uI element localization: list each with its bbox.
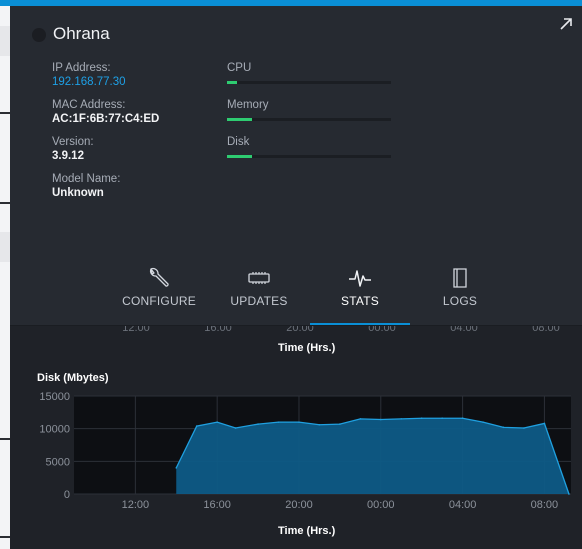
cpu-label: CPU	[227, 62, 252, 74]
disk-data-point	[277, 421, 280, 423]
mac-address-field: MAC Address: AC:1F:6B:77:C4:ED	[52, 98, 159, 126]
y-tick-label: 10000	[39, 424, 70, 436]
ip-address-label: IP Address:	[52, 62, 111, 74]
disk-data-point	[216, 421, 218, 423]
disk-area-fill	[176, 418, 569, 494]
disk-data-point	[420, 417, 423, 420]
version-label: Version:	[52, 136, 94, 148]
disk-chart: 0 5000 10000 15000 12:00 16:00 20:00 00:00 04:00…	[39, 391, 571, 511]
memory-track	[227, 118, 391, 121]
disk-label: Disk	[227, 136, 250, 148]
y-tick-label: 5000	[46, 456, 70, 468]
disk-data-point	[339, 423, 341, 425]
disk-data-point	[568, 493, 570, 495]
x-tick-label: 12:00	[122, 499, 150, 511]
status-dot	[32, 28, 46, 42]
memory-fill	[227, 118, 252, 121]
disk-data-point	[400, 418, 403, 420]
app-root: Ohrana IP Address: 192.168.77.30 MAC Add…	[0, 0, 582, 549]
chip-icon	[248, 272, 270, 284]
mac-address-value: AC:1F:6B:77:C4:ED	[52, 113, 160, 125]
cpu-meter: CPU	[227, 61, 391, 84]
ip-address-field: IP Address: 192.168.77.30	[52, 61, 126, 89]
list-divider	[0, 112, 10, 114]
x-tick-label: 04:00	[449, 499, 477, 511]
pulse-icon	[349, 270, 371, 287]
x-tick-label: 00:00	[367, 499, 395, 511]
device-detail-panel: Ohrana IP Address: 192.168.77.30 MAC Add…	[10, 6, 582, 549]
disk-chart-x-label: Time (Hrs.)	[278, 525, 336, 537]
list-divider	[0, 202, 10, 204]
y-tick-label: 15000	[39, 391, 70, 403]
tab-bar: CONFIGURE UPDATES STATS LOGS	[10, 258, 582, 326]
tab-configure[interactable]: CONFIGURE	[109, 258, 209, 326]
x-tick-label: 20:00	[285, 499, 313, 511]
version-value: 3.9.12	[52, 150, 84, 162]
disk-data-point	[379, 418, 382, 421]
list-divider	[0, 536, 10, 538]
disk-data-point	[359, 418, 362, 420]
mac-address-label: MAC Address:	[52, 99, 126, 111]
disk-data-point	[523, 427, 525, 429]
model-name-field: Model Name: Unknown	[52, 172, 120, 200]
list-row-block	[0, 232, 10, 262]
memory-meter: Memory	[227, 98, 391, 121]
disk-data-point	[234, 427, 237, 429]
tab-stats-label: STATS	[341, 294, 379, 308]
list-row-block	[0, 26, 10, 56]
tab-stats[interactable]: STATS	[310, 258, 410, 326]
tab-updates[interactable]: UPDATES	[209, 258, 309, 326]
stats-scroll-area[interactable]: 12:00 16:00 20:00 00:00 04:00 08:00 Time (Hrs…	[10, 326, 582, 549]
model-name-value: Unknown	[52, 187, 104, 199]
wrench-icon	[149, 267, 169, 287]
tab-configure-label: CONFIGURE	[122, 294, 196, 308]
expand-icon[interactable]	[558, 16, 574, 32]
disk-data-point	[257, 423, 259, 425]
list-divider	[0, 438, 10, 440]
disk-data-point	[482, 421, 484, 423]
disk-data-point	[543, 422, 546, 425]
ip-address-value[interactable]: 192.168.77.30	[52, 75, 126, 89]
disk-meter: Disk	[227, 135, 391, 158]
cpu-track	[227, 81, 391, 84]
x-tick-label: 08:00	[531, 499, 559, 511]
disk-data-point	[502, 426, 505, 429]
x-tick-label: 16:00	[203, 499, 231, 511]
background-list-strip	[0, 6, 10, 549]
document-icon	[453, 268, 467, 288]
disk-track	[227, 155, 391, 158]
tab-logs-label: LOGS	[442, 294, 478, 308]
disk-data-point	[441, 417, 443, 420]
cpu-fill	[227, 81, 237, 84]
disk-data-point	[175, 467, 178, 469]
disk-data-point	[461, 417, 464, 420]
disk-data-point	[318, 423, 321, 426]
version-field: Version: 3.9.12	[52, 135, 94, 163]
tab-logs[interactable]: LOGS	[410, 258, 510, 326]
disk-fill	[227, 155, 252, 158]
tab-updates-label: UPDATES	[230, 294, 288, 308]
device-name: Ohrana	[53, 24, 110, 43]
disk-data-point	[195, 425, 198, 427]
disk-data-point	[298, 421, 300, 423]
model-name-label: Model Name:	[52, 173, 121, 185]
y-tick-label: 0	[64, 489, 70, 501]
memory-label: Memory	[227, 99, 269, 111]
